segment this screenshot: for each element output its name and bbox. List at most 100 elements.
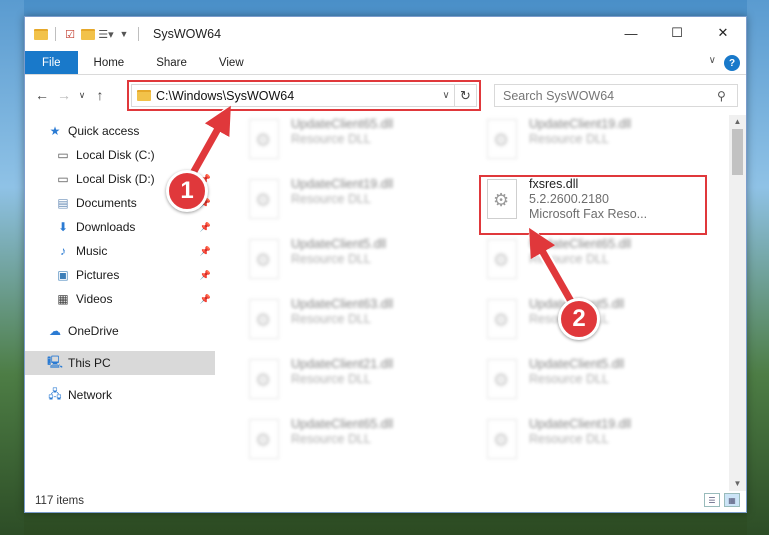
- list-item[interactable]: ⚙ UpdateClient19.dll Resource DLL: [483, 117, 713, 167]
- dll-file-icon: ⚙: [255, 370, 272, 390]
- search-icon[interactable]: ⚲: [717, 89, 737, 103]
- search-box[interactable]: ⚲: [494, 84, 738, 107]
- list-item[interactable]: ⚙ UpdateClient65.dll Resource DLL: [245, 417, 475, 467]
- list-item[interactable]: ⚙ UpdateClient19.dll Resource DLL: [245, 177, 475, 227]
- sidebar-item-label: Downloads: [76, 220, 136, 234]
- minimize-icon[interactable]: —: [608, 17, 654, 49]
- download-icon: ⬇: [57, 220, 69, 234]
- desktop-background-left: [0, 0, 24, 535]
- up-arrow-icon[interactable]: ↑: [89, 84, 111, 106]
- sidebar-item-label: Local Disk (C:): [76, 148, 155, 162]
- sidebar-item-label: Music: [76, 244, 108, 258]
- divider: [138, 27, 139, 41]
- status-bar: 117 items ☰ ▦: [25, 489, 746, 512]
- pictures-icon: ▣: [57, 268, 69, 282]
- sidebar-item-onedrive[interactable]: ☁ OneDrive: [25, 319, 215, 343]
- step-1-badge: 1: [166, 170, 208, 212]
- item-count: 117 items: [35, 494, 85, 507]
- star-icon: ★: [49, 124, 61, 138]
- tab-file[interactable]: File: [25, 51, 78, 74]
- videos-icon: ▦: [57, 292, 69, 306]
- dll-file-icon: ⚙: [255, 130, 272, 150]
- sidebar-item-label: Documents: [76, 196, 137, 210]
- sidebar-item-quick-access[interactable]: ★ Quick access: [25, 119, 215, 143]
- music-icon: ♪: [60, 244, 66, 258]
- main-area: ★ Quick access ▭ Local Disk (C:) ▭ Local…: [25, 115, 746, 491]
- dll-file-icon: ⚙: [493, 310, 510, 330]
- window-controls: — ☐ ✕: [608, 17, 746, 49]
- sidebar-item-label: This PC: [68, 356, 111, 370]
- back-arrow-icon[interactable]: ←: [31, 84, 53, 106]
- sidebar-item-this-pc[interactable]: 🖳 This PC: [25, 351, 215, 375]
- tab-share[interactable]: Share: [140, 51, 203, 74]
- expand-ribbon-icon[interactable]: ∨: [709, 55, 716, 66]
- navigation-bar: ← → ∨ ↑ C:\Windows\SysWOW64 ∨ ↻ ⚲: [25, 75, 746, 115]
- ribbon-tabs: File Home Share View ∨ ?: [25, 51, 746, 75]
- pin-icon[interactable]: 📌: [200, 246, 211, 257]
- close-icon[interactable]: ✕: [700, 17, 746, 49]
- search-input[interactable]: [503, 88, 717, 103]
- computer-icon: 🖳: [47, 354, 64, 369]
- divider: [55, 27, 56, 41]
- dll-file-icon: ⚙: [493, 250, 510, 270]
- title-bar: ☑ ☰▾ ▼ SysWOW64 — ☐ ✕: [25, 17, 746, 51]
- sidebar-item-local-disk-c[interactable]: ▭ Local Disk (C:): [25, 143, 215, 167]
- details-view-icon[interactable]: ☰: [704, 493, 720, 507]
- sidebar-item-label: Network: [68, 388, 113, 402]
- pin-icon[interactable]: 📌: [200, 294, 211, 305]
- maximize-icon[interactable]: ☐: [654, 17, 700, 49]
- drive-icon: ▭: [57, 148, 69, 162]
- dll-file-icon: ⚙: [493, 430, 510, 450]
- list-item[interactable]: ⚙ UpdateClient65.dll Resource DLL: [245, 117, 475, 167]
- list-item[interactable]: ⚙ UpdateClient63.dll Resource DLL: [245, 297, 475, 347]
- help-icon[interactable]: ?: [724, 55, 740, 71]
- tab-home[interactable]: Home: [78, 51, 141, 74]
- new-folder-icon[interactable]: [80, 26, 96, 42]
- file-highlight: [479, 175, 707, 235]
- address-bar-highlight: [127, 80, 481, 111]
- documents-icon: ▤: [57, 196, 69, 210]
- sidebar-item-label: Videos: [76, 292, 113, 306]
- list-item[interactable]: ⚙ UpdateClient21.dll Resource DLL: [245, 357, 475, 407]
- list-item[interactable]: ⚙ UpdateClient5.dllResource DLL: [245, 237, 475, 287]
- toolbar-dropdown-icon[interactable]: ▼: [116, 26, 132, 42]
- drive-icon: ▭: [57, 172, 69, 186]
- list-item[interactable]: ⚙ UpdateClient19.dll Resource DLL: [483, 417, 713, 467]
- dll-file-icon: ⚙: [255, 430, 272, 450]
- dll-file-icon: ⚙: [255, 190, 272, 210]
- folder-icon[interactable]: [33, 26, 49, 42]
- list-item[interactable]: ⚙ UpdateClient65.dll Resource DLL: [483, 237, 713, 287]
- vertical-scrollbar[interactable]: ▲ ▼: [729, 115, 746, 491]
- scroll-up-icon[interactable]: ▲: [729, 115, 746, 129]
- step-2-badge: 2: [558, 298, 600, 340]
- sidebar-item-label: Pictures: [76, 268, 120, 282]
- tiles-view-icon[interactable]: ▦: [724, 493, 740, 507]
- sidebar-item-pictures[interactable]: ▣ Pictures 📌: [25, 263, 215, 287]
- explorer-window: ☑ ☰▾ ▼ SysWOW64 — ☐ ✕ File Home Share Vi…: [24, 16, 747, 513]
- scrollbar-thumb[interactable]: [732, 129, 743, 175]
- sidebar-item-label: OneDrive: [68, 324, 119, 338]
- customize-toolbar-icon[interactable]: ☰▾: [98, 26, 114, 42]
- quick-access-toolbar: ☑ ☰▾ ▼: [25, 26, 143, 42]
- pin-icon[interactable]: 📌: [200, 270, 211, 281]
- sidebar-item-label: Quick access: [68, 124, 140, 138]
- pin-icon[interactable]: 📌: [200, 222, 211, 233]
- recent-locations-icon[interactable]: ∨: [75, 84, 89, 106]
- dll-file-icon: ⚙: [493, 130, 510, 150]
- file-list: ⚙ UpdateClient65.dll Resource DLL ⚙ Updat…: [215, 115, 746, 491]
- tab-view[interactable]: View: [203, 51, 260, 74]
- sidebar-item-music[interactable]: ♪ Music 📌: [25, 239, 215, 263]
- cloud-icon: ☁: [49, 324, 61, 338]
- dll-file-icon: ⚙: [493, 370, 510, 390]
- view-switcher: ☰ ▦: [704, 493, 740, 507]
- dll-file-icon: ⚙: [255, 250, 272, 270]
- sidebar-item-network[interactable]: 🖧 Network: [25, 383, 215, 407]
- sidebar-item-videos[interactable]: ▦ Videos 📌: [25, 287, 215, 311]
- forward-arrow-icon[interactable]: →: [53, 84, 75, 106]
- dll-file-icon: ⚙: [255, 310, 272, 330]
- sidebar-item-downloads[interactable]: ⬇ Downloads 📌: [25, 215, 215, 239]
- list-item[interactable]: ⚙ UpdateClient5.dllResource DLL: [483, 357, 713, 407]
- network-icon: 🖧: [48, 386, 62, 401]
- properties-icon[interactable]: ☑: [62, 26, 78, 42]
- window-title: SysWOW64: [153, 27, 222, 41]
